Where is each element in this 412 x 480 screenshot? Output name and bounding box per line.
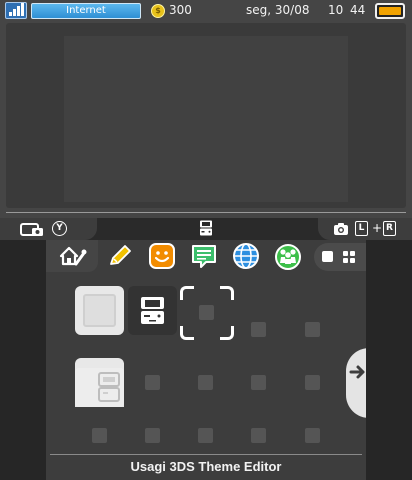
home-settings-icon bbox=[59, 246, 87, 266]
selection-cursor bbox=[180, 286, 234, 340]
screen-divider bbox=[6, 212, 406, 213]
camera-icon bbox=[334, 223, 348, 235]
empty-slot[interactable] bbox=[145, 428, 160, 443]
status-bar: Internet $ 300 seg, 30/08 10 44 bbox=[0, 0, 412, 22]
small-view-icon[interactable] bbox=[322, 251, 333, 262]
footer-divider bbox=[50, 454, 362, 455]
screenshot-control[interactable]: Y bbox=[0, 218, 97, 240]
plus-sign: + bbox=[372, 221, 383, 235]
friend-list-icon[interactable] bbox=[148, 242, 176, 270]
theme-title: Usagi 3DS Theme Editor bbox=[130, 459, 282, 474]
battery-level bbox=[379, 7, 401, 15]
empty-slot[interactable] bbox=[305, 375, 320, 390]
empty-slot[interactable] bbox=[198, 375, 213, 390]
empty-slot[interactable] bbox=[305, 322, 320, 337]
notifications-icon[interactable] bbox=[190, 242, 218, 270]
empty-slot[interactable] bbox=[305, 428, 320, 443]
empty-slot[interactable] bbox=[145, 375, 160, 390]
play-coin-icon: $ bbox=[151, 4, 165, 18]
wifi-signal-icon bbox=[5, 2, 27, 19]
pencil-notes-icon[interactable] bbox=[106, 242, 134, 270]
y-button-icon: Y bbox=[52, 221, 67, 236]
r-trigger-icon: R bbox=[383, 221, 396, 236]
time-hour: 10 bbox=[328, 3, 344, 17]
miiverse-icon[interactable] bbox=[274, 242, 302, 270]
time-minute: 44 bbox=[350, 3, 366, 17]
right-margin bbox=[366, 240, 412, 480]
arrow-right-icon bbox=[349, 365, 365, 379]
grid-view-icon[interactable] bbox=[343, 251, 355, 263]
top-screen: Internet $ 300 seg, 30/08 10 44 bbox=[0, 0, 412, 218]
3ds-cartridge-tile[interactable] bbox=[128, 286, 177, 335]
home-settings-button[interactable] bbox=[46, 240, 98, 272]
home-menu-panel: Usagi 3DS Theme Editor bbox=[46, 240, 366, 480]
3ds-icon bbox=[200, 220, 212, 236]
folder-tile[interactable] bbox=[75, 358, 124, 407]
camera-control[interactable]: L R bbox=[318, 218, 412, 240]
empty-slot[interactable] bbox=[251, 322, 266, 337]
play-coin-count: 300 bbox=[169, 3, 192, 17]
empty-slot[interactable] bbox=[198, 428, 213, 443]
blank-app-tile[interactable] bbox=[75, 286, 124, 335]
connection-status: Internet bbox=[31, 3, 141, 19]
screenshot-camera-icon bbox=[20, 223, 43, 236]
internet-browser-icon[interactable] bbox=[232, 242, 260, 270]
date-display: seg, 30/08 bbox=[246, 3, 310, 17]
empty-slot[interactable] bbox=[199, 305, 214, 320]
empty-slot[interactable] bbox=[251, 428, 266, 443]
top-screen-preview bbox=[64, 36, 348, 202]
l-trigger-icon: L bbox=[355, 221, 368, 236]
folder-icon bbox=[75, 364, 124, 407]
empty-slot[interactable] bbox=[251, 375, 266, 390]
bottom-screen: Y L R + Usagi 3DS Theme Editor bbox=[0, 218, 412, 480]
battery-icon bbox=[375, 3, 405, 19]
left-margin bbox=[0, 240, 46, 480]
empty-slot[interactable] bbox=[92, 428, 107, 443]
view-toggle[interactable] bbox=[314, 243, 366, 271]
scroll-right-button[interactable] bbox=[346, 348, 366, 418]
3ds-console-icon bbox=[141, 297, 164, 324]
